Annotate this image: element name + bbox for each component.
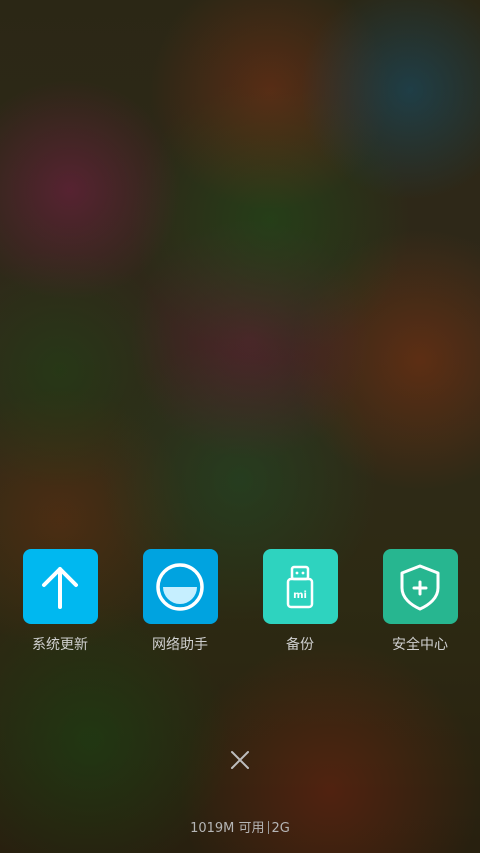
arrow-up-icon bbox=[42, 566, 78, 609]
app-backup[interactable]: mi 备份 bbox=[245, 549, 355, 654]
memory-status: 1019M 可用 2G bbox=[0, 817, 480, 836]
network-half-circle-icon bbox=[156, 562, 204, 611]
app-label: 网络助手 bbox=[152, 637, 208, 653]
memory-total: 2G bbox=[271, 821, 290, 836]
mi-logo-text: mi bbox=[293, 590, 307, 601]
memory-divider bbox=[267, 821, 269, 834]
security-center-tile[interactable] bbox=[382, 549, 458, 624]
app-label: 备份 bbox=[286, 637, 314, 653]
usb-drive-mi-icon: mi bbox=[286, 565, 314, 608]
app-security-center[interactable]: 安全中心 bbox=[365, 549, 475, 654]
network-assistant-tile[interactable] bbox=[142, 549, 218, 624]
memory-available: 1019M 可用 bbox=[190, 821, 265, 836]
recent-apps-row: 系统更新 网络助手 mi 备份 安全中心 bbox=[0, 549, 480, 659]
close-icon bbox=[231, 751, 249, 769]
app-system-update[interactable]: 系统更新 bbox=[5, 549, 115, 654]
app-label: 系统更新 bbox=[32, 637, 88, 653]
app-network-assistant[interactable]: 网络助手 bbox=[125, 549, 235, 654]
app-label: 安全中心 bbox=[392, 637, 448, 653]
shield-plus-icon bbox=[400, 564, 440, 610]
backup-tile[interactable]: mi bbox=[262, 549, 338, 624]
blurred-wallpaper bbox=[0, 0, 480, 853]
system-update-tile[interactable] bbox=[22, 549, 98, 624]
clear-all-button[interactable] bbox=[225, 745, 255, 775]
